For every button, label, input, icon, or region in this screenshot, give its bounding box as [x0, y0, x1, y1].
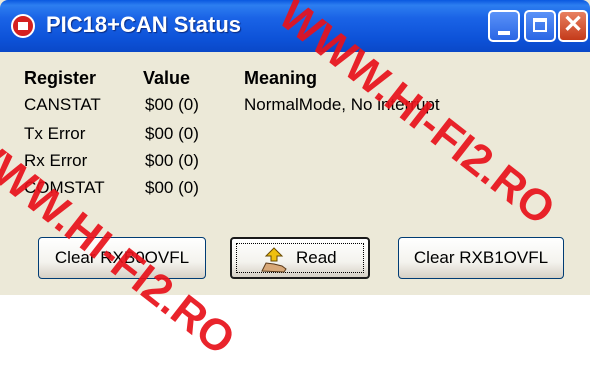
close-button[interactable]: ✕: [558, 10, 588, 42]
row-meaning: NormalMode, No interrupt: [244, 95, 440, 114]
minimize-button[interactable]: [488, 10, 520, 42]
chip-icon: [11, 14, 35, 38]
header-meaning: Meaning: [244, 68, 318, 88]
row-value: $00 (0): [145, 124, 199, 143]
row-value: $00 (0): [145, 151, 199, 170]
header-register: Register: [24, 68, 97, 88]
read-label: Read: [296, 248, 337, 267]
title-bar[interactable]: PIC18+CAN Status ✕: [0, 0, 590, 52]
clear-rxb0ovfl-button[interactable]: Clear RXB0OVFL: [38, 237, 206, 279]
window-title: PIC18+CAN Status: [46, 12, 242, 37]
row-register: Tx Error: [24, 124, 86, 143]
maximize-button[interactable]: [524, 10, 556, 42]
row-register: COMSTAT: [24, 178, 105, 197]
maximize-icon: [533, 18, 547, 32]
row-value: $00 (0): [145, 95, 199, 114]
header-value: Value: [143, 68, 191, 88]
row-register: Rx Error: [24, 151, 88, 170]
minimize-icon: [498, 31, 510, 35]
row-value: $00 (0): [145, 178, 199, 197]
clear-rxb1ovfl-button[interactable]: Clear RXB1OVFL: [398, 237, 564, 279]
close-icon: ✕: [562, 11, 584, 38]
read-button[interactable]: Read: [230, 237, 370, 279]
row-register: CANSTAT: [24, 95, 101, 114]
read-hand-icon: [261, 247, 287, 273]
can-status-window: PIC18+CAN Status ✕ Register Value Meanin…: [0, 0, 590, 365]
